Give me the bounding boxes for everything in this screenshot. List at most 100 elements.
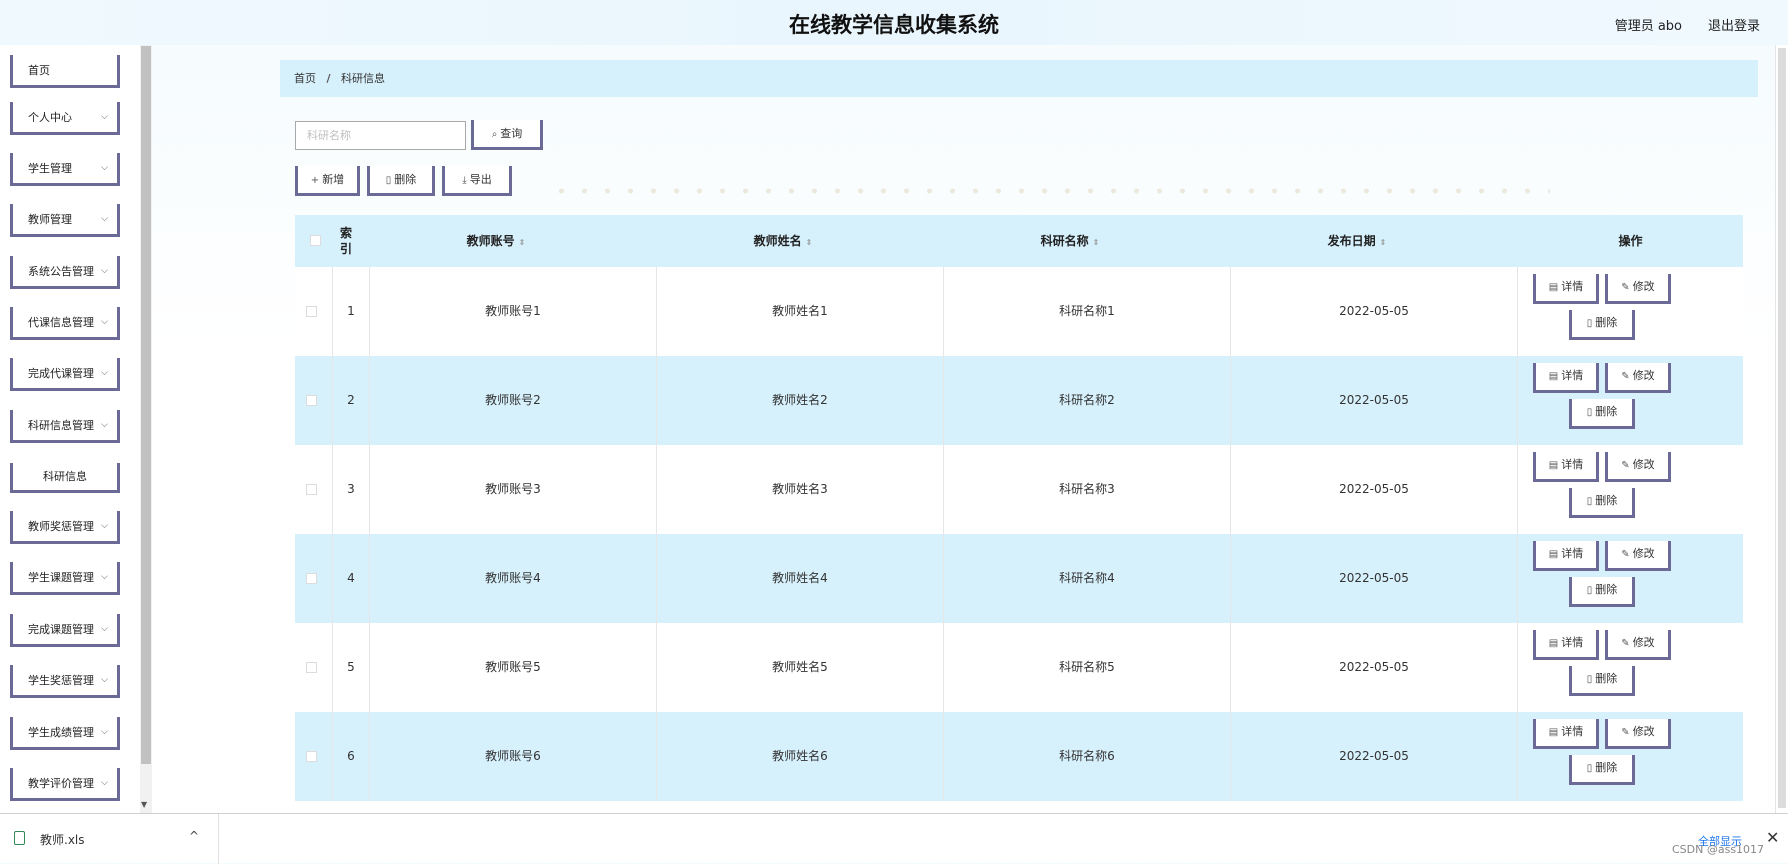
detail-button[interactable]: ▤ 详情 <box>1533 719 1599 749</box>
delete-button[interactable]: ▯ 删除 <box>1569 755 1635 785</box>
sort-icon[interactable]: ⇕ <box>519 238 526 247</box>
header-research-name-label: 科研名称 <box>1040 234 1089 248</box>
header-research-name[interactable]: 科研名称 ⇕ <box>944 215 1196 267</box>
sidebar-item[interactable]: 首页 <box>10 55 120 88</box>
header-publish-date[interactable]: 发布日期 ⇕ <box>1231 215 1483 267</box>
sidebar-item[interactable]: 科研信息 <box>10 463 120 493</box>
batch-delete-label: 删除 <box>394 173 417 186</box>
chevron-down-icon: ⌵ <box>101 624 108 634</box>
chevron-down-icon: ⌵ <box>101 521 108 531</box>
sidebar-item[interactable]: 完成代课管理 ⌵ <box>10 358 120 391</box>
detail-button[interactable]: ▤ 详情 <box>1533 452 1599 482</box>
sidebar-item-label: 代课信息管理 <box>28 316 94 329</box>
sidebar-item[interactable]: 教师管理 ⌵ <box>10 204 120 237</box>
breadcrumb-home[interactable]: 首页 <box>294 72 316 85</box>
sidebar-item[interactable]: 学生管理 ⌵ <box>10 153 120 186</box>
detail-button[interactable]: ▤ 详情 <box>1533 630 1599 660</box>
delete-button[interactable]: ▯ 删除 <box>1569 577 1635 607</box>
sidebar-item[interactable]: 完成课题管理 ⌵ <box>10 614 120 647</box>
page-scrollbar-thumb[interactable] <box>1778 48 1786 808</box>
sidebar-item[interactable]: 系统公告管理 ⌵ <box>10 256 120 289</box>
edit-button[interactable]: ✎ 修改 <box>1605 719 1671 749</box>
edit-button-label: 修改 <box>1632 280 1655 293</box>
cell-select <box>295 445 333 534</box>
chevron-up-icon[interactable]: ^ <box>189 829 199 843</box>
delete-button[interactable]: ▯ 删除 <box>1569 666 1635 696</box>
sidebar-item[interactable]: 科研信息管理 ⌵ <box>10 410 120 443</box>
delete-button-label: 删除 <box>1595 316 1618 329</box>
scroll-down-arrow-icon[interactable]: ▼ <box>141 800 147 809</box>
header-publish-date-label: 发布日期 <box>1327 234 1376 248</box>
table-continuation <box>295 801 1743 813</box>
sidebar-item-label: 学生课题管理 <box>28 571 94 584</box>
delete-button-label: 删除 <box>1595 494 1618 507</box>
cell-publish-date: 2022-05-05 <box>1231 267 1518 356</box>
sidebar-item[interactable]: 学生成绩管理 ⌵ <box>10 717 120 750</box>
search-input[interactable]: 科研名称 <box>295 121 466 150</box>
sidebar-item[interactable]: 学生课题管理 ⌵ <box>10 562 120 595</box>
main-content: 首页 / 科研信息 科研名称 ⌕ 查询 + 新增 ▯ 删除 ⤓ 导出 索 引 教师账号 ⇕… <box>265 45 1773 813</box>
delete-button[interactable]: ▯ 删除 <box>1569 310 1635 340</box>
delete-button[interactable]: ▯ 删除 <box>1569 399 1635 429</box>
cell-index: 2 <box>333 356 370 445</box>
cell-publish-date: 2022-05-05 <box>1231 623 1518 712</box>
chevron-down-icon: ⌵ <box>101 572 108 582</box>
logout-link[interactable]: 退出登录 <box>1708 15 1760 34</box>
search-button[interactable]: ⌕ 查询 <box>471 120 543 150</box>
download-item[interactable]: 教师.xls ^ <box>0 814 219 864</box>
detail-button-label: 详情 <box>1561 547 1584 560</box>
document-icon: ▤ <box>1548 549 1559 560</box>
edit-button[interactable]: ✎ 修改 <box>1605 541 1671 571</box>
cell-research-name: 科研名称3 <box>944 445 1231 534</box>
header-teacher-account[interactable]: 教师账号 ⇕ <box>370 215 622 267</box>
header-index: 索 引 <box>333 215 359 267</box>
sidebar-item[interactable]: 学生奖惩管理 ⌵ <box>10 665 120 698</box>
sidebar-item[interactable]: 教师奖惩管理 ⌵ <box>10 511 120 544</box>
sidebar-item[interactable]: 代课信息管理 ⌵ <box>10 307 120 340</box>
cell-research-name: 科研名称6 <box>944 712 1231 801</box>
sidebar-item[interactable]: 个人中心 ⌵ <box>10 102 120 135</box>
sidebar-item[interactable]: 教学评价管理 ⌵ <box>10 768 120 801</box>
delete-button[interactable]: ▯ 删除 <box>1569 488 1635 518</box>
header-teacher-name[interactable]: 教师姓名 ⇕ <box>657 215 909 267</box>
detail-button[interactable]: ▤ 详情 <box>1533 541 1599 571</box>
delete-button-label: 删除 <box>1595 672 1618 685</box>
detail-button[interactable]: ▤ 详情 <box>1533 363 1599 393</box>
edit-button[interactable]: ✎ 修改 <box>1605 363 1671 393</box>
sidebar-item-label: 学生成绩管理 <box>28 726 94 739</box>
export-button[interactable]: ⤓ 导出 <box>442 166 512 196</box>
trash-icon: ▯ <box>1586 763 1593 774</box>
sidebar-item-label: 科研信息 <box>43 470 87 483</box>
trash-icon: ▯ <box>385 175 392 186</box>
add-button[interactable]: + 新增 <box>295 166 360 196</box>
table-row: 6 教师账号6 教师姓名6 科研名称6 2022-05-05 ▤ 详情 ✎ 修改 ▯ 删除 <box>295 712 1743 801</box>
edit-button[interactable]: ✎ 修改 <box>1605 452 1671 482</box>
detail-button-label: 详情 <box>1561 458 1584 471</box>
edit-button-label: 修改 <box>1632 636 1655 649</box>
sort-icon[interactable]: ⇕ <box>1380 238 1387 247</box>
cell-teacher-account: 教师账号3 <box>370 445 657 534</box>
delete-button-label: 删除 <box>1595 761 1618 774</box>
pencil-icon: ✎ <box>1621 638 1630 649</box>
sort-icon[interactable]: ⇕ <box>1093 238 1100 247</box>
download-file-name[interactable]: 教师.xls <box>40 831 85 848</box>
plus-icon: + <box>310 175 320 186</box>
download-icon: ⤓ <box>462 175 467 186</box>
delete-button-label: 删除 <box>1595 405 1618 418</box>
header-operations: 操作 <box>1618 234 1643 248</box>
header-teacher-account-label: 教师账号 <box>466 234 515 248</box>
edit-button[interactable]: ✎ 修改 <box>1605 274 1671 304</box>
batch-delete-button[interactable]: ▯ 删除 <box>367 166 435 196</box>
sort-icon[interactable]: ⇕ <box>806 238 813 247</box>
detail-button-label: 详情 <box>1561 369 1584 382</box>
sidebar-item-label: 完成课题管理 <box>28 623 94 636</box>
sidebar-item-label: 个人中心 <box>28 111 72 124</box>
chevron-down-icon: ⌵ <box>101 420 108 430</box>
sidebar-scrollbar-thumb[interactable] <box>141 46 151 764</box>
select-all-checkbox[interactable] <box>310 235 321 246</box>
cell-publish-date: 2022-05-05 <box>1231 534 1518 623</box>
edit-button[interactable]: ✎ 修改 <box>1605 630 1671 660</box>
trash-icon: ▯ <box>1586 496 1593 507</box>
detail-button[interactable]: ▤ 详情 <box>1533 274 1599 304</box>
close-icon[interactable]: ✕ <box>1766 828 1779 847</box>
